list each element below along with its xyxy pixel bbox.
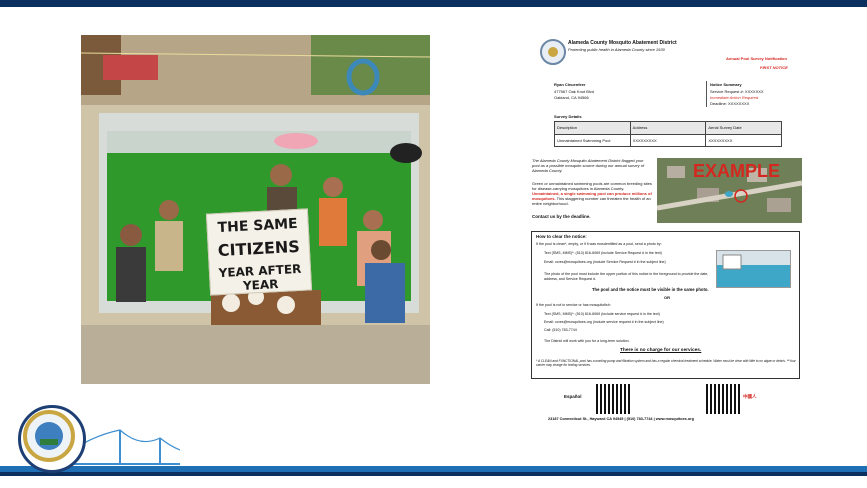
survey-table-header: Description Address Aerial Survey Date [555, 122, 781, 134]
text-option: Text (SMS, MMS)*: (510) 816-6069 (includ… [544, 251, 662, 255]
aerial-example-image: EXAMPLE [657, 158, 802, 223]
sign-line-1: THE SAME [217, 215, 299, 237]
pool-notice-document: Alameda County Mosquito Abatement Distri… [530, 35, 802, 424]
intro-paragraph: The Alameda County Mosquito Abatement Di… [532, 158, 645, 173]
notice-title: Annual Pool Survey Notification [726, 56, 787, 61]
deadline: Deadline: XXXXXXXX [710, 101, 750, 106]
clear-intro: If the pool is clean*, empty, or if it w… [536, 242, 662, 246]
alameda-county-logo [18, 405, 86, 473]
sign-line-2: CITIZENS [217, 236, 301, 261]
clean-pool-footnote: * A CLEAN and FUNCTIONAL pool has a work… [536, 359, 796, 367]
qr-code-spanish-icon[interactable] [596, 384, 630, 414]
or-divider: OR [664, 295, 670, 300]
not-in-service-intro: If the pool is not in service or has mos… [536, 303, 611, 307]
table-row: Unmaintained Swimming Pool XXXXXXXXX XXX… [555, 134, 781, 146]
service-request: Service Request #: XXXXXXX [710, 89, 764, 94]
breeding-paragraph: Green or unmaintained swimming pools are… [532, 181, 652, 206]
survey-col-address: Address [629, 122, 706, 134]
chinese-label[interactable]: 中國人 [743, 394, 757, 400]
survey-col-date: Aerial Survey Date [705, 122, 781, 134]
pool-example-photo [716, 250, 791, 288]
action-required: Immediate Action Required [710, 95, 759, 100]
survey-cell-description: Unmaintained Swimming Pool [557, 138, 611, 143]
email-option-2: Email: ccres@mosquitoes.org (include ser… [544, 320, 664, 324]
recipient-street: 477567 Oak Knot Blvd [554, 89, 595, 94]
party-pool-photo: THE SAME CITIZENS YEAR AFTER YEAR [81, 35, 430, 384]
sign-line-3: YEAR AFTER YEAR [218, 261, 302, 293]
survey-cell-address: XXXXXXXXX [629, 135, 706, 146]
clear-title: How to clear the notice: [536, 234, 587, 239]
example-label: EXAMPLE [693, 161, 781, 181]
org-tagline: Protecting public health in Alameda Coun… [568, 47, 665, 52]
email-option: Email: ccres@mosquitoes.org (include Ser… [544, 260, 666, 264]
summary-divider [706, 81, 707, 107]
survey-col-description: Description [557, 125, 578, 130]
footer-band-dark [0, 472, 867, 476]
visible-requirement: The pool and the notice must be visible … [592, 287, 709, 292]
district-seal-icon [540, 39, 566, 65]
pool-scene-illustration [81, 35, 430, 384]
county-seal-icon [23, 410, 75, 462]
contact-deadline: Contact us by the deadline. [532, 214, 591, 219]
top-rule [0, 0, 867, 7]
survey-cell-date: XXXXXXXXX [705, 135, 781, 146]
photo-requirement: The photo of the pool must include the u… [544, 272, 709, 281]
recipient-name: Ryan Cleuenfeer [554, 82, 586, 87]
summary-title: Notice Summary [710, 82, 742, 87]
recipient-city: Oakland, CA 94566 [554, 95, 589, 100]
org-name: Alameda County Mosquito Abatement Distri… [568, 40, 677, 46]
text-option-2: Text (SMS, MMS)*: (510) 816-6069 (includ… [544, 312, 660, 316]
notice-level: FIRST NOTICE [760, 65, 788, 70]
pool-photo-illustration [717, 251, 790, 287]
survey-title: Survey Details [554, 114, 582, 119]
breeding-text: Green or unmaintained swimming pools are… [532, 181, 652, 191]
call-option: Call: (510) 783-7744 [544, 328, 577, 332]
no-charge: There is no charge for our services. [620, 348, 702, 353]
qr-code-chinese-icon[interactable] [706, 384, 740, 414]
protest-sign: THE SAME CITIZENS YEAR AFTER YEAR [205, 208, 313, 296]
survey-table: Description Address Aerial Survey Date U… [554, 121, 782, 147]
footer-contact: 23187 Connecticut St., Hayward CA 94545 … [548, 417, 694, 421]
espanol-label[interactable]: Español [564, 394, 582, 400]
district-solution: The District will work with you for a lo… [544, 339, 630, 343]
